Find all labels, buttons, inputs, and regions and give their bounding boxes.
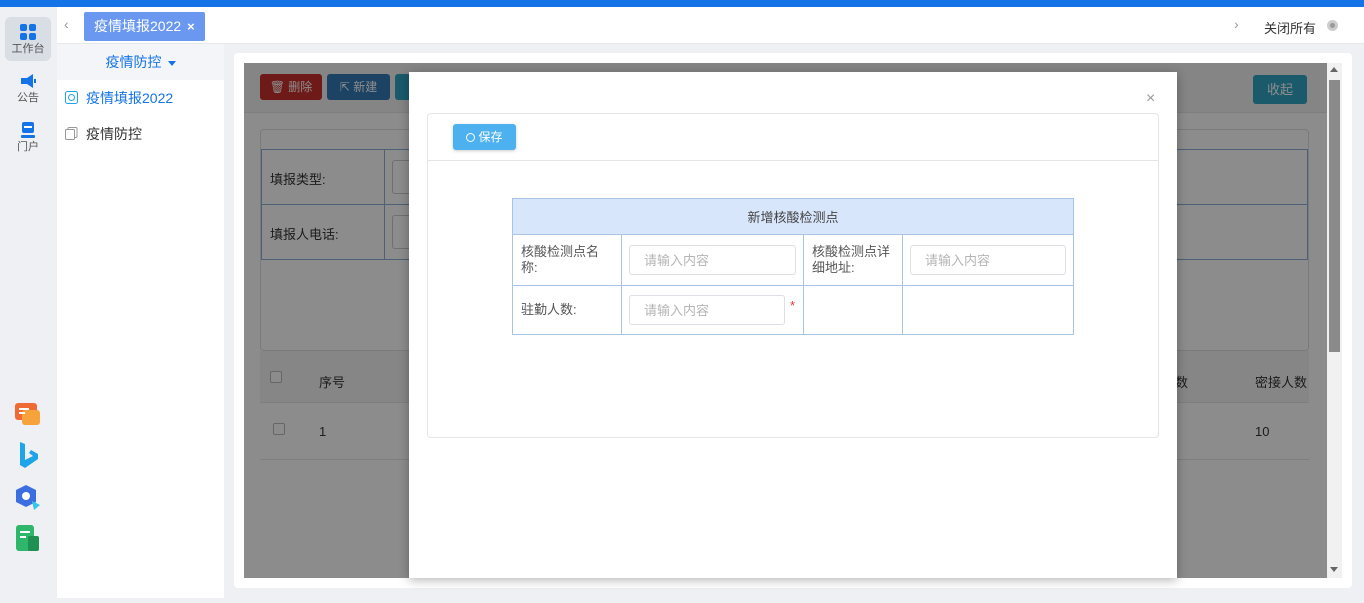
clock-icon [466,133,476,142]
bing-app-icon[interactable] [14,441,42,469]
menu-group-title: 疫情防控 [105,54,162,70]
tab-report-2022[interactable]: 疫情填报2022 × [84,12,205,41]
scrollbar-thumb[interactable] [1329,80,1340,352]
rail-item-label: 公告 [17,92,39,104]
site-address-cell [902,234,1074,286]
empty-cell [902,285,1074,335]
rail-item-portal[interactable]: 门户 [5,115,51,159]
save-button[interactable]: 保存 [453,124,516,150]
menu-item-report[interactable]: 疫情填报2022 [65,88,173,108]
copy-icon [65,127,78,140]
cube-app-icon[interactable] [14,483,42,511]
rail-item-label: 工作台 [11,43,45,55]
megaphone-icon [21,74,36,88]
caret-down-icon [167,60,176,66]
rail-item-notice[interactable]: 公告 [5,66,51,110]
staff-count-label: 驻勤人数: [512,285,622,335]
scroll-down-icon[interactable] [1330,567,1338,572]
top-accent-bar [0,0,1364,7]
site-name-cell [621,234,804,286]
chat-app-icon[interactable] [14,401,42,429]
site-address-input[interactable] [910,245,1066,275]
menu-item-prevention[interactable]: 疫情防控 [65,124,142,144]
rail-item-label: 门户 [17,141,39,153]
menu-item-label: 疫情填报2022 [86,90,174,106]
tab-label: 疫情填报2022 [94,18,182,34]
portal-icon [21,122,35,138]
menu-item-label: 疫情防控 [86,126,142,142]
site-address-label: 核酸检测点详细地址: [803,234,903,286]
staff-count-cell: * [621,285,804,335]
required-mark: * [789,298,795,313]
tab-scroll-left-icon[interactable]: ‹ [64,16,69,32]
divider [428,160,1158,161]
tab-bar [57,7,1364,44]
tab-scroll-right-icon[interactable]: › [1234,16,1239,32]
form-title: 新增核酸检测点 [512,198,1074,235]
close-all-tabs-button[interactable]: 关闭所有 [1264,18,1316,37]
sheet-app-icon[interactable] [14,524,42,552]
empty-cell [803,285,903,335]
rail-item-workbench[interactable]: 工作台 [5,17,51,61]
add-site-form: 新增核酸检测点 核酸检测点名称: 核酸检测点详细地址: 驻勤人数: * [512,198,1074,335]
form-icon [65,91,78,104]
grid-icon [20,24,36,40]
menu-group-header[interactable]: 疫情防控 [57,44,224,80]
staff-count-input[interactable] [629,295,785,325]
site-name-label: 核酸检测点名称: [512,234,622,286]
site-name-input[interactable] [629,245,796,275]
save-label: 保存 [478,130,503,144]
close-tab-icon[interactable]: × [187,19,195,34]
close-dialog-icon[interactable]: × [1146,91,1155,107]
tab-settings-icon[interactable] [1327,20,1338,31]
scroll-up-icon[interactable] [1330,67,1338,72]
